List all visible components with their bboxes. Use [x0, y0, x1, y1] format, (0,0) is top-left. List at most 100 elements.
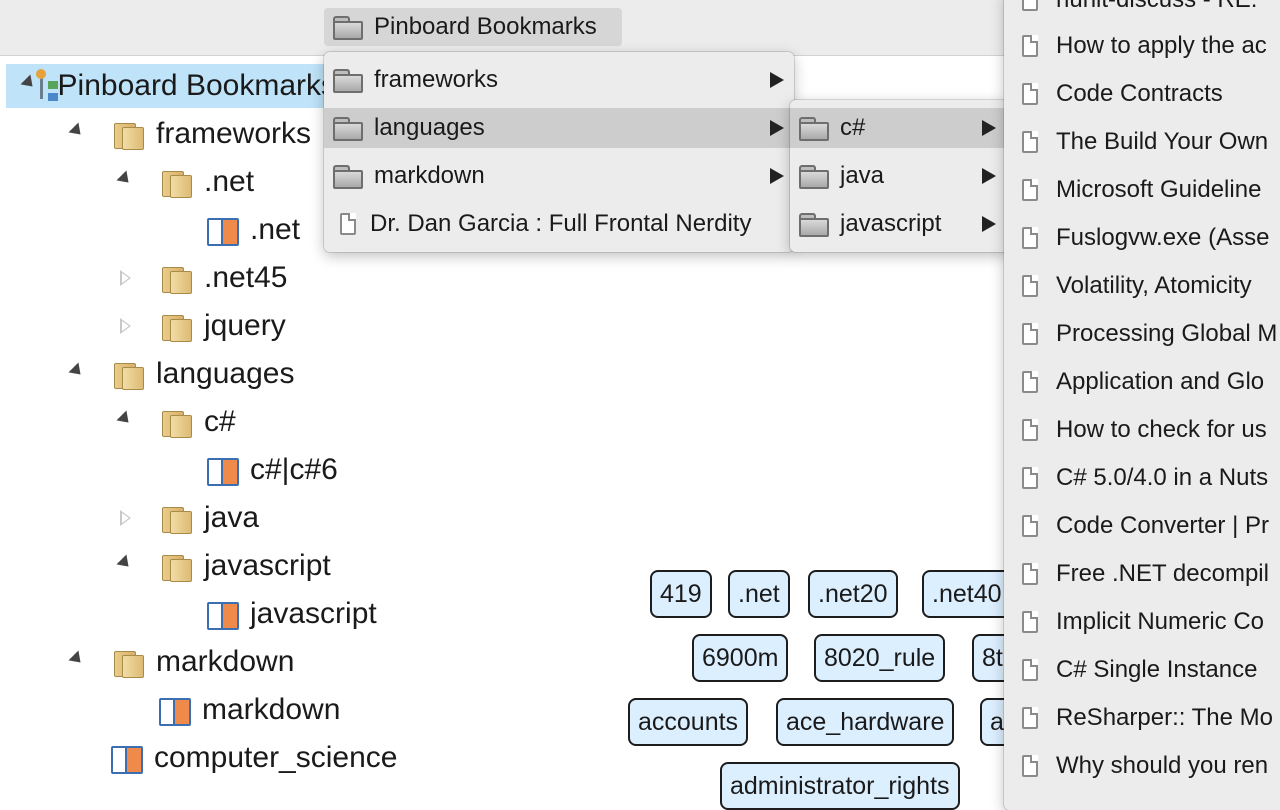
- tree-item-label: .net: [250, 213, 301, 246]
- disclosure-open-icon[interactable]: [116, 410, 134, 428]
- menu-item-bookmark[interactable]: Implicit Numeric Co: [1004, 598, 1280, 646]
- tree-item-languages[interactable]: languages: [60, 352, 294, 396]
- tag-chip-label: 6900m: [702, 643, 779, 672]
- bookmark-tag-icon: [206, 215, 239, 246]
- menu-item-label: Microsoft Guideline: [1056, 176, 1262, 203]
- menu-item-bookmark[interactable]: Code Contracts: [1004, 70, 1280, 118]
- disclosure-closed-icon[interactable]: [120, 510, 131, 526]
- tree-item-csharp-bookmark[interactable]: c#|c#6: [206, 448, 338, 492]
- tag-chip[interactable]: accounts: [628, 698, 749, 746]
- menu-item-label: nunit-discuss - RE:: [1056, 0, 1257, 14]
- menu-item-label: Code Contracts: [1056, 80, 1223, 107]
- folder-icon: [332, 15, 364, 40]
- tree-item-javascript-bookmark[interactable]: javascript: [206, 592, 377, 636]
- disclosure-open-icon[interactable]: [116, 170, 134, 188]
- disclosure-closed-icon[interactable]: [120, 318, 131, 334]
- menu-item-label: Free .NET decompil: [1056, 560, 1269, 587]
- tag-chip[interactable]: 419: [650, 570, 712, 618]
- menu-item-bookmark[interactable]: Code Converter | Pr: [1004, 502, 1280, 550]
- tree-item-frameworks[interactable]: frameworks: [60, 112, 311, 156]
- document-icon: [1022, 275, 1038, 297]
- folder-icon: [112, 359, 144, 390]
- tag-chip-label: .net20: [818, 579, 888, 608]
- tree-item-jquery[interactable]: jquery: [108, 304, 286, 348]
- tree-root[interactable]: Pinboard Bookmarks: [6, 64, 336, 108]
- bookmarks-menu: frameworks languages markdown Dr. Dan Ga…: [324, 52, 794, 252]
- document-icon: [1022, 131, 1038, 153]
- folder-icon: [160, 263, 192, 294]
- menu-item-bookmark[interactable]: Free .NET decompil: [1004, 550, 1280, 598]
- tree-item-computer-science[interactable]: computer_science: [110, 736, 397, 780]
- menu-item-csharp[interactable]: c#: [790, 108, 1010, 148]
- bookmark-tag-icon: [158, 695, 191, 726]
- document-icon: [1022, 179, 1038, 201]
- menu-item-bookmark[interactable]: ReSharper:: The Mo: [1004, 694, 1280, 742]
- tag-chip[interactable]: ace_hardware: [776, 698, 955, 746]
- disclosure-open-icon[interactable]: [68, 362, 86, 380]
- tree-item-csharp[interactable]: c#: [108, 400, 236, 444]
- menu-item-bookmark[interactable]: Volatility, Atomicity: [1004, 262, 1280, 310]
- disclosure-open-icon[interactable]: [68, 650, 86, 668]
- tag-chip-label: .net40: [932, 579, 1002, 608]
- tag-chip[interactable]: .net20: [808, 570, 898, 618]
- tree-item-label: c#|c#6: [250, 453, 338, 486]
- menu-item-bookmark[interactable]: Processing Global M: [1004, 310, 1280, 358]
- menu-item-bookmark[interactable]: How to apply the ac: [1004, 22, 1280, 70]
- pinboard-bookmarks-button[interactable]: Pinboard Bookmarks: [324, 8, 622, 46]
- bookmark-tag-icon: [206, 455, 239, 486]
- menu-item-bookmark[interactable]: nunit-discuss - RE:: [1004, 0, 1280, 24]
- tree-item-javascript[interactable]: javascript: [108, 544, 331, 588]
- tag-chip-label: .net: [738, 579, 780, 608]
- menu-item-bookmark[interactable]: C# Single Instance: [1004, 646, 1280, 694]
- disclosure-open-icon[interactable]: [116, 554, 134, 572]
- disclosure-closed-icon[interactable]: [120, 270, 131, 286]
- languages-submenu: c# java javascript: [790, 100, 1010, 252]
- document-icon: [1022, 419, 1038, 441]
- tree-item-label: .net: [204, 165, 255, 198]
- tree-item-dotnet-bookmark[interactable]: .net: [206, 208, 300, 252]
- menu-item-java[interactable]: java: [790, 156, 1010, 196]
- menu-item-markdown[interactable]: markdown: [324, 156, 794, 196]
- tree-item-label: languages: [156, 357, 295, 390]
- folder-icon: [798, 212, 830, 237]
- menu-item-bookmark[interactable]: The Build Your Own: [1004, 118, 1280, 166]
- menu-item-bookmark[interactable]: Microsoft Guideline: [1004, 166, 1280, 214]
- bookmark-tag-icon: [206, 599, 239, 630]
- menu-item-javascript[interactable]: javascript: [790, 204, 1010, 244]
- tree-item-java[interactable]: java: [108, 496, 259, 540]
- tag-chip[interactable]: administrator_rights: [720, 762, 960, 810]
- tree-item-dotnet[interactable]: .net: [108, 160, 254, 204]
- menu-item-languages[interactable]: languages: [324, 108, 794, 148]
- tag-chip[interactable]: .net: [728, 570, 790, 618]
- document-icon: [1022, 707, 1038, 729]
- menu-item-bookmark[interactable]: How to check for us: [1004, 406, 1280, 454]
- submenu-arrow-icon: [982, 216, 996, 232]
- document-icon: [1022, 755, 1038, 777]
- menu-item-bookmark[interactable]: Application and Glo: [1004, 358, 1280, 406]
- folder-icon: [160, 503, 192, 534]
- menu-item-label: javascript: [840, 210, 942, 237]
- tag-chip[interactable]: 6900m: [692, 634, 789, 682]
- tree-item-dotnet45[interactable]: .net45: [108, 256, 287, 300]
- tag-chip[interactable]: 8020_rule: [814, 634, 946, 682]
- menu-item-label: Dr. Dan Garcia : Full Frontal Nerdity: [370, 210, 752, 237]
- disclosure-open-icon[interactable]: [68, 122, 86, 140]
- tree-root-label: Pinboard Bookmarks: [57, 69, 336, 102]
- submenu-arrow-icon: [770, 120, 784, 136]
- menu-item-frameworks[interactable]: frameworks: [324, 60, 794, 100]
- folder-icon: [332, 116, 364, 141]
- tree-item-markdown-bookmark[interactable]: markdown: [158, 688, 340, 732]
- tree-item-markdown[interactable]: markdown: [60, 640, 294, 684]
- document-icon: [1022, 515, 1038, 537]
- tree-item-label: javascript: [204, 549, 331, 582]
- menu-item-bookmark[interactable]: C# 5.0/4.0 in a Nuts: [1004, 454, 1280, 502]
- menu-item-bookmark[interactable]: Why should you ren: [1004, 742, 1280, 790]
- document-icon: [1022, 467, 1038, 489]
- menu-item-bookmark[interactable]: Dr. Dan Garcia : Full Frontal Nerdity: [324, 204, 794, 244]
- tree-item-label: c#: [204, 405, 236, 438]
- document-icon: [1022, 323, 1038, 345]
- folder-icon: [160, 407, 192, 438]
- document-icon: [1022, 0, 1038, 11]
- submenu-arrow-icon: [770, 72, 784, 88]
- menu-item-bookmark[interactable]: Fuslogvw.exe (Asse: [1004, 214, 1280, 262]
